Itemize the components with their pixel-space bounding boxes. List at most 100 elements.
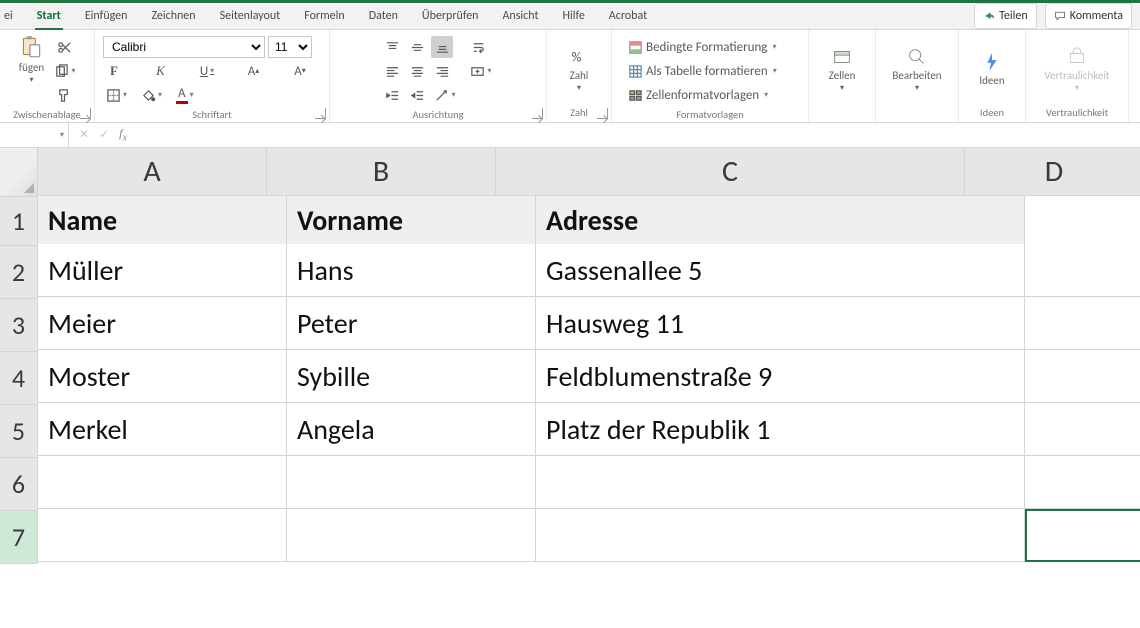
tab-data[interactable]: Daten [357,3,410,29]
share-button[interactable]: Teilen [974,3,1037,29]
cell-d3[interactable] [1025,297,1140,350]
col-header-c[interactable]: C [496,148,965,196]
cell-a5[interactable]: Merkel [38,403,287,456]
number-format-button[interactable]: % Zahl ▾ [568,34,590,104]
tab-pagelayout[interactable]: Seitenlayout [208,3,293,29]
align-middle-button[interactable] [406,36,428,58]
group-cells: Zellen ▾ [809,30,876,122]
ideas-button[interactable]: Ideen [979,34,1004,104]
row-header-2[interactable]: 2 [0,246,38,299]
cell-b2[interactable]: Hans [287,244,536,297]
cancel-formula-icon[interactable]: ✕ [79,127,89,142]
cell-a2[interactable]: Müller [38,244,287,297]
enter-formula-icon[interactable]: ✓ [99,127,109,142]
col-header-a[interactable]: A [38,148,267,196]
formula-input[interactable] [137,123,1140,147]
col-header-b[interactable]: B [267,148,496,196]
cells-button[interactable]: Zellen ▾ [829,34,856,104]
cell-b3[interactable]: Peter [287,297,536,350]
tab-acrobat[interactable]: Acrobat [597,3,659,29]
row-header-1[interactable]: 1 [0,197,38,246]
clipboard-launcher[interactable] [80,108,91,119]
increase-font-button[interactable]: A▴ [243,60,265,82]
cell-b5[interactable]: Angela [287,403,536,456]
align-left-button[interactable] [381,60,403,82]
tab-help[interactable]: Hilfe [550,3,596,29]
cell-b4[interactable]: Sybille [287,350,536,403]
row-header-5[interactable]: 5 [0,405,38,458]
cell-c2[interactable]: Gassenallee 5 [536,244,1025,297]
cell-d1[interactable] [1025,196,1140,245]
cell-a1[interactable]: Name [38,196,287,245]
merge-button[interactable]: ▾ [467,60,494,82]
tab-review[interactable]: Überprüfen [410,3,491,29]
cell-c5[interactable]: Platz der Republik 1 [536,403,1025,456]
italic-button[interactable]: K [150,60,172,82]
cell-d4[interactable] [1025,350,1140,403]
sensitivity-button[interactable]: Vertraulichkeit ▾ [1044,34,1109,104]
borders-button[interactable]: ▾ [103,84,130,106]
cell-a3[interactable]: Meier [38,297,287,350]
increase-indent-button[interactable] [406,84,428,106]
decrease-font-button[interactable]: A▾ [289,60,311,82]
tab-start[interactable]: Start [25,3,73,29]
underline-button[interactable]: U▾ [196,60,218,82]
decrease-indent-button[interactable] [381,84,403,106]
cell-styles-button[interactable]: Zellenformatvorlagen▾ [625,84,795,106]
font-size-select[interactable]: 11 [268,36,312,58]
cell-d7[interactable] [1025,509,1140,562]
align-center-button[interactable] [406,60,428,82]
cell-a4[interactable]: Moster [38,350,287,403]
row-header-4[interactable]: 4 [0,352,38,405]
font-color-button[interactable]: A▾ [173,84,197,106]
orientation-button[interactable]: ▾ [431,84,458,106]
cell-b1[interactable]: Vorname [287,196,536,245]
tab-file[interactable]: ei [4,3,25,29]
wrap-icon [471,40,486,55]
cell-d2[interactable] [1025,244,1140,297]
row-header-7[interactable]: 7 [0,511,38,564]
font-launcher[interactable] [315,108,326,119]
fx-icon[interactable]: fx [119,126,127,143]
format-table-button[interactable]: Als Tabelle formatieren▾ [625,60,795,82]
cell-a7[interactable] [38,509,287,562]
number-label: Zahl [570,69,589,82]
name-box[interactable]: ▾ [0,123,69,147]
cell-c1[interactable]: Adresse [536,196,1025,245]
tab-formulas[interactable]: Formeln [292,3,356,29]
cell-c4[interactable]: Feldblumenstraße 9 [536,350,1025,403]
cell-d6[interactable] [1025,456,1140,509]
paste-button[interactable]: fügen ▾ [15,34,47,106]
copy-button[interactable]: ▾ [51,60,78,82]
comment-button[interactable]: Kommenta [1045,3,1132,29]
align-right-button[interactable] [431,60,453,82]
find-icon [906,46,928,68]
svg-text:%: % [572,48,582,65]
font-name-select[interactable]: Calibri [103,36,265,58]
cell-d5[interactable] [1025,403,1140,456]
cut-button[interactable] [51,36,78,58]
wrap-text-button[interactable] [467,36,489,58]
cell-c3[interactable]: Hausweg 11 [536,297,1025,350]
number-launcher[interactable] [597,108,608,119]
conditional-format-button[interactable]: Bedingte Formatierung▾ [625,36,795,58]
align-top-button[interactable] [381,36,403,58]
cell-a6[interactable] [38,456,287,509]
bold-button[interactable]: F [103,60,125,82]
fill-color-button[interactable]: ▾ [138,84,165,106]
col-header-d[interactable]: D [965,148,1140,196]
select-all-corner[interactable] [0,148,38,197]
tab-insert[interactable]: Einfügen [73,3,140,29]
cell-c7[interactable] [536,509,1025,562]
align-bottom-button[interactable] [431,36,453,58]
cell-b6[interactable] [287,456,536,509]
cell-b7[interactable] [287,509,536,562]
tab-draw[interactable]: Zeichnen [139,3,207,29]
tab-view[interactable]: Ansicht [490,3,550,29]
format-painter-button[interactable] [51,84,78,106]
editing-button[interactable]: Bearbeiten ▾ [892,34,941,104]
row-header-6[interactable]: 6 [0,458,38,511]
cell-c6[interactable] [536,456,1025,509]
alignment-launcher[interactable] [532,108,543,119]
row-header-3[interactable]: 3 [0,299,38,352]
